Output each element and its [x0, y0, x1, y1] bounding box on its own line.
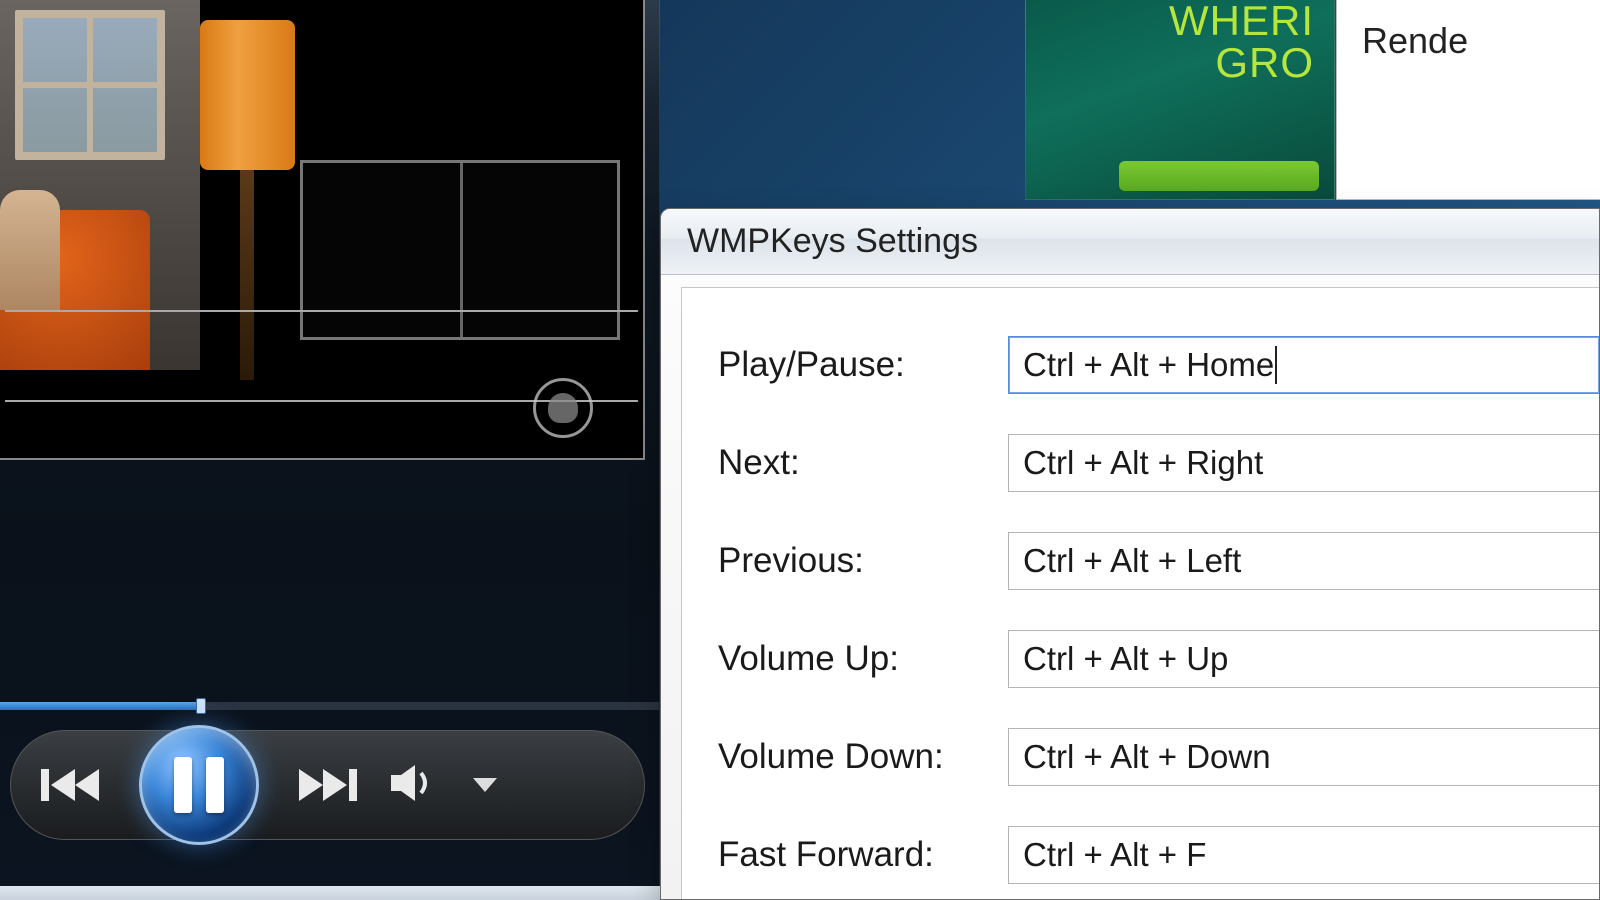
hotkey-label: Volume Up: — [718, 639, 1008, 679]
hotkey-label: Fast Forward: — [718, 835, 1008, 875]
media-player-window — [0, 0, 660, 900]
player-window-border — [0, 886, 660, 900]
seek-bar[interactable] — [0, 702, 659, 710]
mute-button[interactable] — [391, 763, 435, 808]
chevron-down-icon — [473, 778, 497, 792]
hotkey-input[interactable]: Ctrl + Alt + Left — [1008, 532, 1599, 590]
next-button[interactable] — [297, 765, 357, 805]
hotkey-label: Previous: — [718, 541, 1008, 581]
speaker-icon — [391, 763, 435, 808]
hotkey-input[interactable]: Ctrl + Alt + F — [1008, 826, 1599, 884]
player-controls — [10, 730, 645, 840]
hotkey-row: Play/Pause:Ctrl + Alt + Home — [718, 316, 1599, 414]
volume-menu-button[interactable] — [469, 778, 497, 792]
dialog-titlebar[interactable]: WMPKeys Settings — [661, 209, 1599, 275]
hotkey-input[interactable]: Ctrl + Alt + Right — [1008, 434, 1599, 492]
seek-progress — [0, 702, 200, 710]
hotkey-row: Volume Up:Ctrl + Alt + Up — [718, 610, 1599, 708]
hotkey-label: Next: — [718, 443, 1008, 483]
hotkey-row: Volume Down:Ctrl + Alt + Down — [718, 708, 1599, 806]
video-viewport[interactable] — [0, 0, 645, 460]
hotkey-input[interactable]: Ctrl + Alt + Up — [1008, 630, 1599, 688]
promo-panel: WHERI GRO — [1025, 0, 1335, 200]
hotkey-input[interactable]: Ctrl + Alt + Home — [1008, 336, 1599, 394]
hotkey-label: Volume Down: — [718, 737, 1008, 777]
hotkey-label: Play/Pause: — [718, 345, 1008, 385]
hotkey-row: Fast Forward:Ctrl + Alt + F — [718, 806, 1599, 900]
play-pause-button[interactable] — [139, 725, 259, 845]
promo-button[interactable] — [1119, 161, 1319, 191]
seek-thumb[interactable] — [196, 698, 206, 714]
background-window-text: Rende — [1362, 20, 1600, 62]
hotkey-row: Previous:Ctrl + Alt + Left — [718, 512, 1599, 610]
studio-logo-icon — [503, 373, 623, 443]
dialog-body: Play/Pause:Ctrl + Alt + HomeNext:Ctrl + … — [681, 287, 1599, 899]
promo-text-2: GRO — [1026, 42, 1314, 84]
background-window-fragment: Rende — [1336, 0, 1600, 200]
wmpkeys-settings-dialog: WMPKeys Settings Play/Pause:Ctrl + Alt +… — [660, 208, 1600, 900]
text-caret — [1275, 346, 1277, 384]
hotkey-input[interactable]: Ctrl + Alt + Down — [1008, 728, 1599, 786]
promo-text-1: WHERI — [1026, 0, 1314, 42]
pause-icon — [174, 757, 224, 813]
previous-button[interactable] — [41, 765, 101, 805]
dialog-title: WMPKeys Settings — [687, 222, 978, 261]
hotkey-row: Next:Ctrl + Alt + Right — [718, 414, 1599, 512]
